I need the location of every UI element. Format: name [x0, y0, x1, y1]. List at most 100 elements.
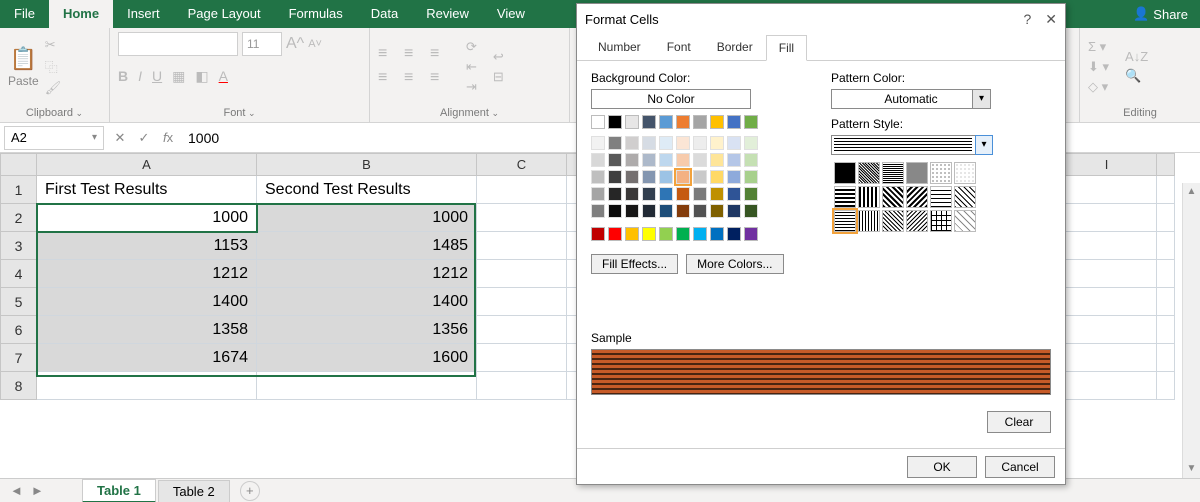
pattern-swatch[interactable]: [930, 210, 952, 232]
pattern-swatch[interactable]: [954, 210, 976, 232]
color-swatch[interactable]: [744, 227, 758, 241]
row-header-5[interactable]: 5: [1, 288, 37, 316]
select-all-corner[interactable]: [1, 154, 37, 176]
dlg-tab-font[interactable]: Font: [654, 34, 704, 60]
shrink-font-icon[interactable]: A˅: [308, 38, 322, 50]
align-right-icon[interactable]: ≡: [430, 69, 450, 89]
color-swatch[interactable]: [710, 115, 724, 129]
color-swatch[interactable]: [659, 170, 673, 184]
clear-icon[interactable]: ◇ ▾: [1088, 79, 1109, 95]
fill-color-icon[interactable]: ◧: [195, 68, 208, 85]
dlg-tab-number[interactable]: Number: [585, 34, 654, 60]
font-color-icon[interactable]: A: [219, 68, 228, 85]
wrap-text-icon[interactable]: ↩: [493, 49, 504, 65]
font-name-combo[interactable]: [118, 32, 238, 56]
cancel-formula-icon[interactable]: ✕: [108, 130, 132, 146]
color-swatch[interactable]: [676, 115, 690, 129]
cell-a3[interactable]: 1153: [37, 232, 257, 260]
color-swatch[interactable]: [659, 187, 673, 201]
color-swatch[interactable]: [625, 136, 639, 150]
pattern-style-combo[interactable]: ▾: [831, 135, 993, 155]
fill-icon[interactable]: ⬇ ▾: [1088, 59, 1109, 75]
align-center-icon[interactable]: ≡: [404, 69, 424, 89]
color-swatch[interactable]: [693, 115, 707, 129]
grow-font-icon[interactable]: A^: [286, 35, 304, 53]
cell-a6[interactable]: 1358: [37, 316, 257, 344]
color-swatch[interactable]: [710, 170, 724, 184]
color-swatch[interactable]: [591, 204, 605, 218]
cell-b4[interactable]: 1212: [257, 260, 477, 288]
cell-b1[interactable]: Second Test Results: [257, 176, 477, 204]
align-middle-icon[interactable]: ≡: [404, 45, 424, 65]
alignment-group-label[interactable]: Alignment: [370, 105, 569, 122]
pattern-color-combo[interactable]: Automatic ▾: [831, 89, 991, 109]
chevron-down-icon[interactable]: ▾: [972, 90, 990, 108]
italic-icon[interactable]: I: [138, 68, 142, 85]
dialog-titlebar[interactable]: Format Cells ? ✕: [577, 4, 1065, 34]
vertical-scrollbar[interactable]: ▲ ▼: [1182, 183, 1200, 478]
color-swatch[interactable]: [710, 227, 724, 241]
color-swatch[interactable]: [642, 153, 656, 167]
fill-effects-button[interactable]: Fill Effects...: [591, 254, 678, 274]
cell-b6[interactable]: 1356: [257, 316, 477, 344]
cell-a7[interactable]: 1674: [37, 344, 257, 372]
color-swatch[interactable]: [659, 204, 673, 218]
sheet-tab-table1[interactable]: Table 1: [82, 479, 156, 502]
cell-b8[interactable]: [257, 372, 477, 400]
tab-data[interactable]: Data: [357, 0, 412, 28]
color-swatch[interactable]: [727, 115, 741, 129]
indent-increase-icon[interactable]: ⇥: [466, 79, 477, 95]
dlg-tab-border[interactable]: Border: [704, 34, 766, 60]
color-swatch[interactable]: [744, 170, 758, 184]
bold-icon[interactable]: B: [118, 68, 128, 85]
tab-home[interactable]: Home: [49, 0, 113, 28]
color-swatch[interactable]: [676, 153, 690, 167]
color-swatch[interactable]: [676, 227, 690, 241]
color-swatch[interactable]: [608, 227, 622, 241]
sheet-tab-table2[interactable]: Table 2: [158, 480, 230, 502]
color-swatch[interactable]: [625, 153, 639, 167]
pattern-swatch[interactable]: [906, 186, 928, 208]
tab-formulas[interactable]: Formulas: [275, 0, 357, 28]
cell-a4[interactable]: 1212: [37, 260, 257, 288]
more-colors-button[interactable]: More Colors...: [686, 254, 783, 274]
cell-c8[interactable]: [477, 372, 567, 400]
color-swatch[interactable]: [659, 136, 673, 150]
color-swatch[interactable]: [744, 153, 758, 167]
close-icon[interactable]: ✕: [1045, 11, 1057, 28]
name-box[interactable]: A2 ▾: [4, 126, 104, 150]
color-swatch[interactable]: [744, 187, 758, 201]
row-header-3[interactable]: 3: [1, 232, 37, 260]
align-left-icon[interactable]: ≡: [378, 69, 398, 89]
clipboard-group-label[interactable]: Clipboard: [0, 105, 109, 122]
color-swatch[interactable]: [591, 170, 605, 184]
cell-a5[interactable]: 1400: [37, 288, 257, 316]
cell-c7[interactable]: [477, 344, 567, 372]
cell-b3[interactable]: 1485: [257, 232, 477, 260]
color-swatch[interactable]: [693, 170, 707, 184]
pattern-swatch[interactable]: [906, 162, 928, 184]
cell-c1[interactable]: [477, 176, 567, 204]
color-swatch[interactable]: [591, 136, 605, 150]
color-swatch[interactable]: [642, 170, 656, 184]
borders-icon[interactable]: ▦: [172, 68, 185, 85]
sheet-nav-prev-icon[interactable]: ◄: [10, 483, 23, 498]
color-swatch[interactable]: [727, 153, 741, 167]
cell-c6[interactable]: [477, 316, 567, 344]
tab-review[interactable]: Review: [412, 0, 483, 28]
color-swatch[interactable]: [744, 136, 758, 150]
color-swatch[interactable]: [625, 204, 639, 218]
color-swatch[interactable]: [625, 227, 639, 241]
sort-filter-icon[interactable]: A↓Z: [1125, 49, 1148, 64]
color-swatch[interactable]: [693, 227, 707, 241]
color-swatch[interactable]: [625, 170, 639, 184]
find-select-icon[interactable]: 🔍: [1125, 68, 1148, 84]
pattern-swatch[interactable]: [834, 186, 856, 208]
row-header-8[interactable]: 8: [1, 372, 37, 400]
color-swatch[interactable]: [642, 187, 656, 201]
color-swatch[interactable]: [591, 153, 605, 167]
color-swatch[interactable]: [608, 170, 622, 184]
scroll-up-icon[interactable]: ▲: [1183, 183, 1200, 201]
color-swatch[interactable]: [727, 136, 741, 150]
underline-icon[interactable]: U: [152, 68, 162, 85]
